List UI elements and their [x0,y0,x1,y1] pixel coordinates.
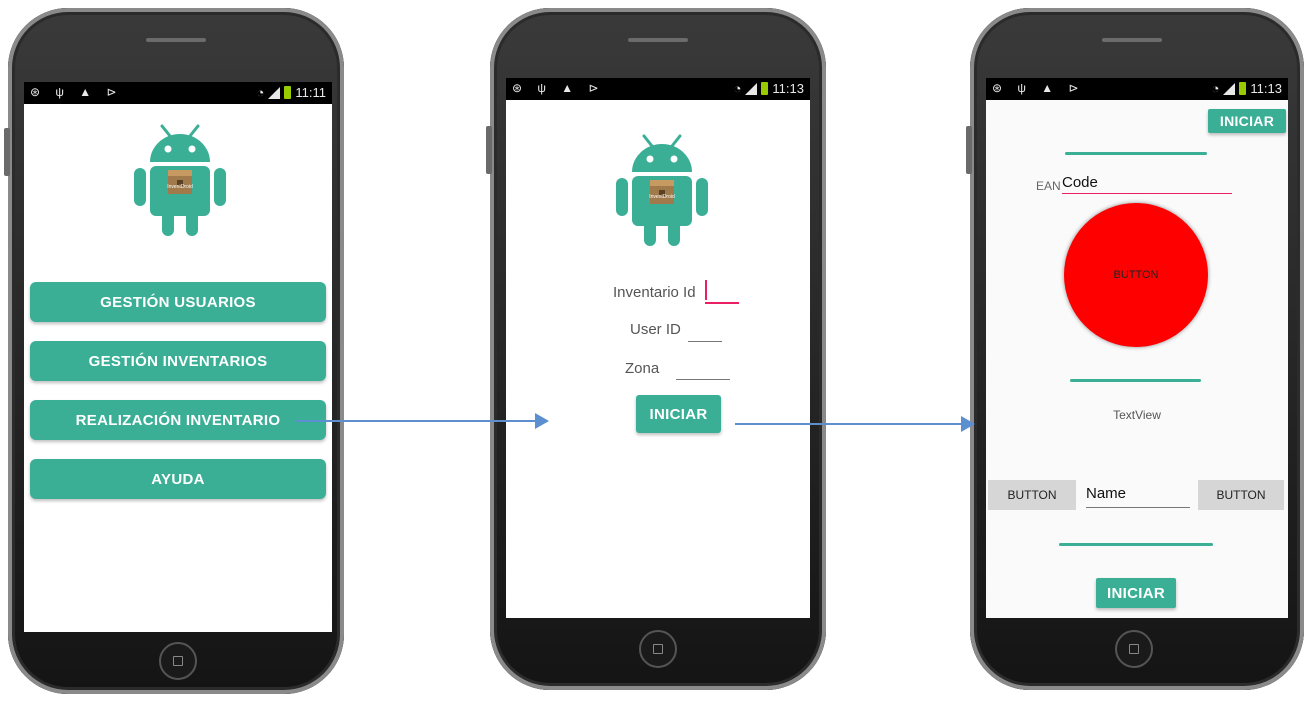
android-logo [616,134,708,246]
divider-bottom [1059,543,1213,546]
signal-icon [268,86,281,99]
clock: 11:13 [1250,81,1282,96]
textview: TextView [1113,408,1161,422]
circle-button-label: BUTTON [1113,269,1159,281]
right-button[interactable]: BUTTON [1198,480,1284,510]
iniciar-top-button[interactable]: INICIAR [1208,109,1286,133]
realizacion-inventario-button[interactable]: REALIZACIÓN INVENTARIO [30,400,326,440]
screen-2: InventDroid Inventario Id User ID Zona I… [506,100,810,618]
user-id-label: User ID [630,321,681,338]
zona-input[interactable] [676,379,730,380]
clock: 11:13 [772,81,804,96]
logo-caption: InventDroid [167,184,193,190]
divider-middle [1070,379,1201,382]
status-bar-2: ⊛ ψ ▲ ⊳ ◔ 11:13 [506,78,810,100]
flow-arrow-1 [295,413,549,429]
status-left-icons: ⊛ ψ ▲ ⊳ [992,81,1085,95]
home-button[interactable] [639,630,677,668]
gestion-inventarios-button[interactable]: GESTIÓN INVENTARIOS [30,341,326,381]
iniciar-bottom-button[interactable]: INICIAR [1096,578,1176,608]
user-id-input[interactable] [688,341,722,342]
inventario-id-label: Inventario Id [613,284,696,301]
battery-icon [284,86,292,99]
wifi-icon: ◔ [1211,81,1220,96]
divider-top [1065,152,1207,155]
side-key [4,128,10,176]
left-button[interactable]: BUTTON [988,480,1076,510]
home-button[interactable] [1115,630,1153,668]
status-left-icons: ⊛ ψ ▲ ⊳ [512,81,605,95]
inventario-id-input[interactable] [705,280,739,304]
android-logo [134,124,226,236]
speaker [628,38,688,42]
side-key [486,126,492,174]
home-button[interactable] [159,642,197,680]
ean-label: EAN [1036,179,1061,193]
flow-arrow-2 [735,416,975,432]
name-value: Name [1086,485,1127,502]
screen-1: InventDroid GESTIÓN USUARIOS GESTIÓN INV… [24,104,332,632]
signal-icon [745,82,758,95]
name-input[interactable]: Name [1086,485,1190,508]
side-key [966,126,972,174]
code-value: Code [1062,174,1098,191]
zona-label: Zona [625,360,660,377]
logo-caption: InventDroid [649,194,675,200]
code-input[interactable]: Code [1062,174,1232,194]
signal-icon [1223,82,1236,95]
speaker [146,38,206,42]
screen-3: INICIAR EAN Code BUTTON TextView BUTTON … [986,100,1288,618]
battery-icon [1239,82,1247,95]
wifi-icon: ◔ [256,85,265,100]
status-left-icons: ⊛ ψ ▲ ⊳ [30,85,123,99]
wifi-icon: ◔ [733,81,742,96]
status-bar-1: ⊛ ψ ▲ ⊳ ◔ 11:11 [24,82,332,104]
gestion-usuarios-button[interactable]: GESTIÓN USUARIOS [30,282,326,322]
status-bar-3: ⊛ ψ ▲ ⊳ ◔ 11:13 [986,78,1288,100]
iniciar-button[interactable]: INICIAR [636,395,721,433]
battery-icon [761,82,769,95]
ayuda-button[interactable]: AYUDA [30,459,326,499]
clock: 11:11 [295,85,326,100]
red-circle-button[interactable]: BUTTON [1064,203,1208,347]
speaker [1102,38,1162,42]
text-cursor [705,280,707,300]
